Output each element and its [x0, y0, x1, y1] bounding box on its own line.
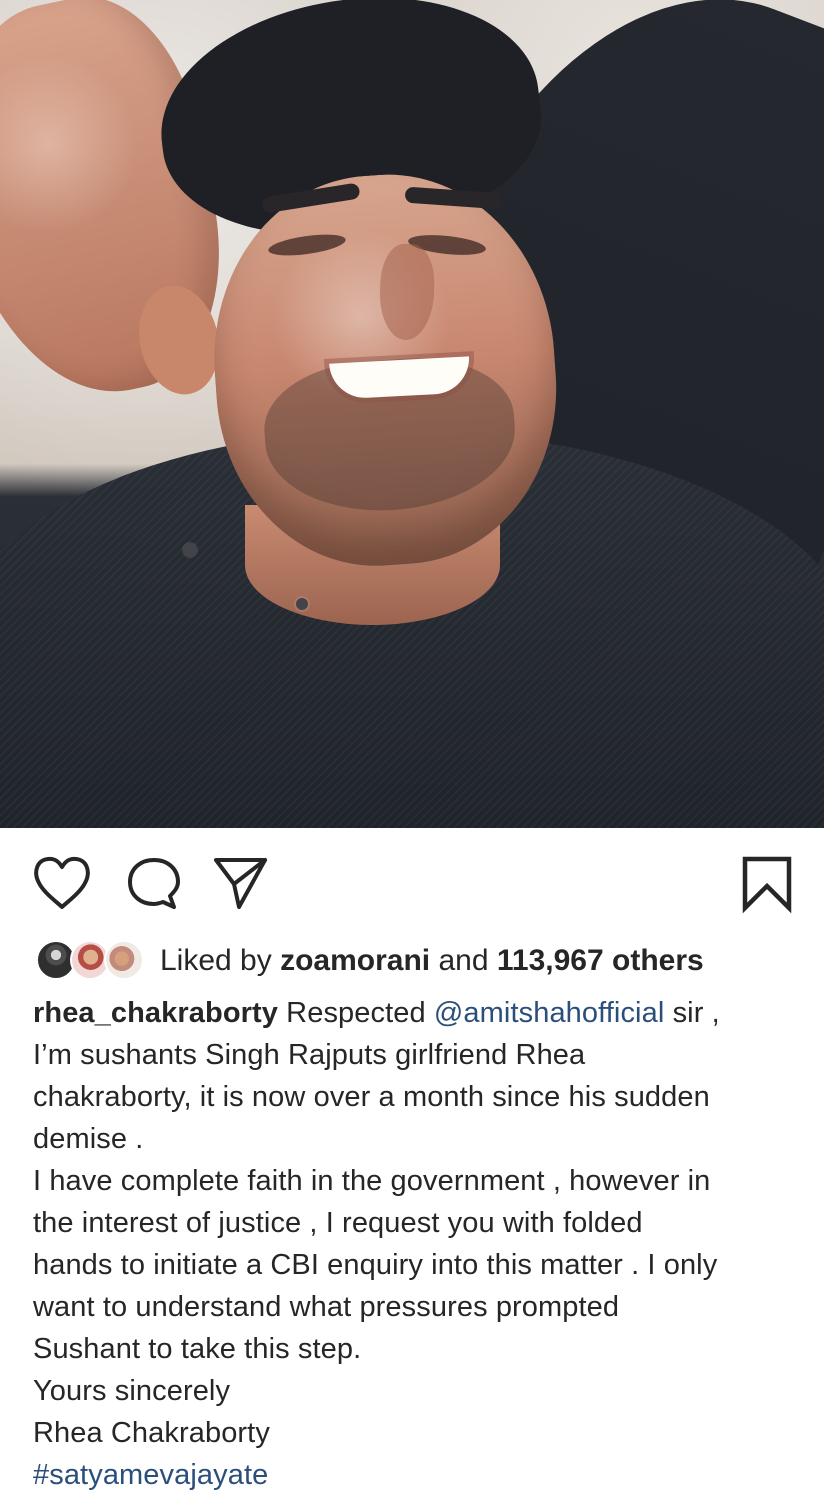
- caption-line: rhea_chakraborty Respected @amitshahoffi…: [33, 992, 793, 1034]
- mention-link[interactable]: @amitshahofficial: [434, 997, 665, 1029]
- heart-outline-icon: [34, 856, 90, 909]
- avatar: [104, 940, 144, 980]
- caption-line: the interest of justice , I request you …: [33, 1207, 643, 1239]
- post-photo[interactable]: [0, 0, 824, 828]
- bookmark-outline-icon: [742, 856, 792, 914]
- likes-connector: and: [438, 944, 489, 977]
- post-action-bar: [0, 828, 824, 938]
- likes-prefix: Liked by: [160, 944, 272, 977]
- instagram-post: Liked by zoamorani and 113,967 others rh…: [0, 0, 824, 1500]
- likes-count-link[interactable]: 113,967 others: [497, 944, 704, 977]
- caption-line: I’m sushants Singh Rajputs girlfriend Rh…: [33, 1039, 586, 1071]
- caption-text: sir ,: [672, 997, 720, 1029]
- paper-plane-icon: [214, 858, 267, 909]
- hashtag-link[interactable]: #satyamevajayate: [33, 1454, 793, 1496]
- post-caption: rhea_chakraborty Respected @amitshahoffi…: [33, 992, 793, 1496]
- share-button[interactable]: [208, 851, 272, 915]
- liker-avatars: [36, 940, 148, 982]
- caption-line: Rhea Chakraborty: [33, 1417, 270, 1449]
- shirt-button: [296, 598, 308, 610]
- caption-line: hands to initiate a CBI enquiry into thi…: [33, 1249, 718, 1281]
- caption-line: chakraborty, it is now over a month sinc…: [33, 1081, 710, 1113]
- caption-username[interactable]: rhea_chakraborty: [33, 997, 278, 1029]
- save-button[interactable]: [735, 851, 799, 915]
- shirt-button: [184, 544, 196, 556]
- caption-line: Yours sincerely: [33, 1375, 231, 1407]
- likes-text: Liked by zoamorani and 113,967 others: [160, 942, 704, 980]
- comment-button[interactable]: [122, 851, 186, 915]
- caption-text: Respected: [286, 997, 426, 1029]
- like-button[interactable]: [30, 851, 94, 915]
- caption-line: I have complete faith in the government …: [33, 1165, 711, 1197]
- caption-line: Sushant to take this step.: [33, 1333, 362, 1365]
- comment-bubble-icon: [128, 858, 180, 909]
- liked-user-link[interactable]: zoamorani: [280, 944, 430, 977]
- caption-line: want to understand what pressures prompt…: [33, 1291, 620, 1323]
- likes-summary[interactable]: Liked by zoamorani and 113,967 others: [0, 935, 824, 987]
- caption-line: demise .: [33, 1123, 144, 1155]
